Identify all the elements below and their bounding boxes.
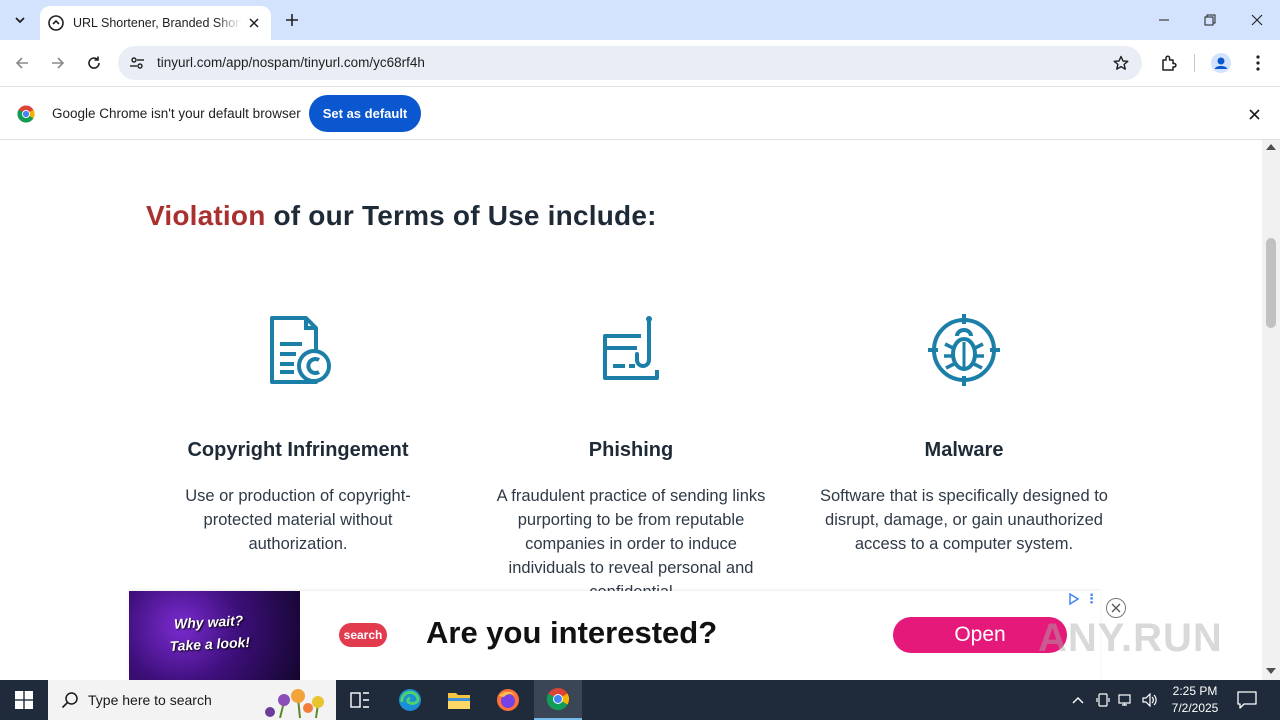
heading-rest: of our Terms of Use include: [265,200,657,231]
folder-icon [448,693,470,709]
profile-button[interactable] [1209,51,1233,75]
close-window-button[interactable] [1234,0,1280,40]
browser-tab[interactable]: URL Shortener, Branded Short Links & Ana… [40,6,271,40]
taskbar-clock[interactable]: 2:25 PM 7/2/2025 [1160,683,1230,717]
taskbar-search-box[interactable]: Type here to search [48,680,336,720]
ad-image-text: Why wait? Take a look! [168,609,251,657]
page-scrollbar[interactable] [1262,140,1280,680]
restore-icon [1204,14,1216,26]
profile-avatar-icon [1211,53,1231,73]
plus-icon [286,14,298,26]
windows-logo-icon [15,691,33,709]
ad-brand-logo: search [339,623,387,647]
card-description: A fraudulent practice of sending links p… [496,487,766,601]
violation-card-phishing: Phishing A fraudulent practice of sendin… [486,310,776,604]
infobar-message: Google Chrome isn't your default browser [52,106,301,121]
scroll-down-arrow-icon[interactable] [1266,668,1276,674]
kebab-menu-icon [1256,55,1260,71]
search-highlight-flowers-icon [265,689,324,718]
network-icon[interactable] [1116,690,1136,710]
ad-banner[interactable]: Why wait? Take a look! search Are you in… [129,591,1100,680]
card-title: Phishing [588,439,674,461]
extensions-button[interactable] [1157,51,1181,75]
bookmark-star-icon[interactable] [1112,54,1130,72]
arrow-right-icon [52,57,65,69]
card-title: Copyright Infringement [187,439,409,461]
toolbar-separator [1194,54,1195,72]
chevron-down-icon [15,17,25,24]
infobar-close-icon[interactable] [1245,105,1263,123]
back-button[interactable] [10,51,34,75]
malware-bug-icon [928,314,1000,386]
default-browser-infobar: Google Chrome isn't your default browser… [0,86,1280,140]
edge-icon [399,689,421,711]
windows-taskbar: Type here to search 2:25 PM 7/2/2025 [0,680,1280,720]
card-description: Software that is specifically designed t… [820,487,1108,553]
minimize-button[interactable] [1141,0,1187,40]
scroll-up-arrow-icon[interactable] [1266,144,1276,150]
restore-button[interactable] [1187,0,1233,40]
ad-options-icon[interactable]: ⋮ [1085,591,1098,607]
task-view-icon [350,692,369,708]
heading-accent: Violation [146,200,266,231]
firefox-icon [497,689,519,711]
notification-center-icon[interactable] [1236,689,1258,711]
taskbar-file-explorer[interactable] [435,680,483,720]
copyright-document-icon [270,316,331,384]
address-bar[interactable]: tinyurl.com/app/nospam/tinyurl.com/yc68r… [118,46,1142,80]
clock-time: 2:25 PM [1172,684,1218,698]
set-as-default-button[interactable]: Set as default [309,95,421,132]
adchoices-icon[interactable] [1069,593,1079,605]
start-button[interactable] [0,680,48,720]
taskbar-firefox[interactable] [484,680,532,720]
new-tab-button[interactable] [281,9,303,31]
tab-strip: URL Shortener, Branded Short Links & Ana… [0,0,1280,40]
chevron-up-icon [1072,697,1084,704]
site-settings-icon[interactable] [128,54,146,72]
arrow-left-icon [15,57,28,69]
taskbar-edge[interactable] [386,680,434,720]
volume-icon[interactable] [1140,690,1160,710]
card-description: Use or production of copyright-protected… [185,487,411,553]
tab-search-button[interactable] [8,8,32,32]
tray-overflow-button[interactable] [1068,690,1088,710]
taskbar-chrome[interactable] [534,680,582,720]
ad-headline: Are you interested? [426,615,718,650]
tinyurl-favicon-icon [48,15,64,31]
close-icon [1251,14,1263,26]
ad-image-line2: Take a look! [169,633,251,655]
tray-device-icon[interactable] [1093,690,1113,710]
taskbar-search-placeholder: Type here to search [88,692,212,708]
ad-close-icon[interactable] [1106,598,1126,618]
scrollbar-thumb[interactable] [1266,238,1276,328]
clock-date: 7/2/2025 [1171,701,1219,715]
forward-button[interactable] [46,51,70,75]
search-icon [61,692,78,709]
page-heading: Violation of our Terms of Use include: [146,200,657,232]
violation-card-malware: Malware Software that is specifically de… [819,310,1109,556]
puzzle-icon [1162,55,1177,71]
tab-close-icon[interactable] [245,14,263,32]
chrome-icon [546,688,569,711]
reload-button[interactable] [82,51,106,75]
ad-image[interactable]: Why wait? Take a look! [129,591,300,680]
card-title: Malware [924,439,1004,461]
tab-title: URL Shortener, Branded Short Links & Ana… [73,16,241,30]
phishing-hook-icon [603,316,659,380]
chrome-menu-button[interactable] [1246,51,1270,75]
chrome-logo-icon [17,105,35,123]
watermark-logo: ANY.RUN [1038,616,1223,660]
reload-icon [88,56,100,69]
url-text: tinyurl.com/app/nospam/tinyurl.com/yc68r… [157,55,425,70]
task-view-button[interactable] [336,680,384,720]
violation-card-copyright: Copyright Infringement Use or production… [153,310,443,556]
minimize-icon [1159,19,1169,21]
